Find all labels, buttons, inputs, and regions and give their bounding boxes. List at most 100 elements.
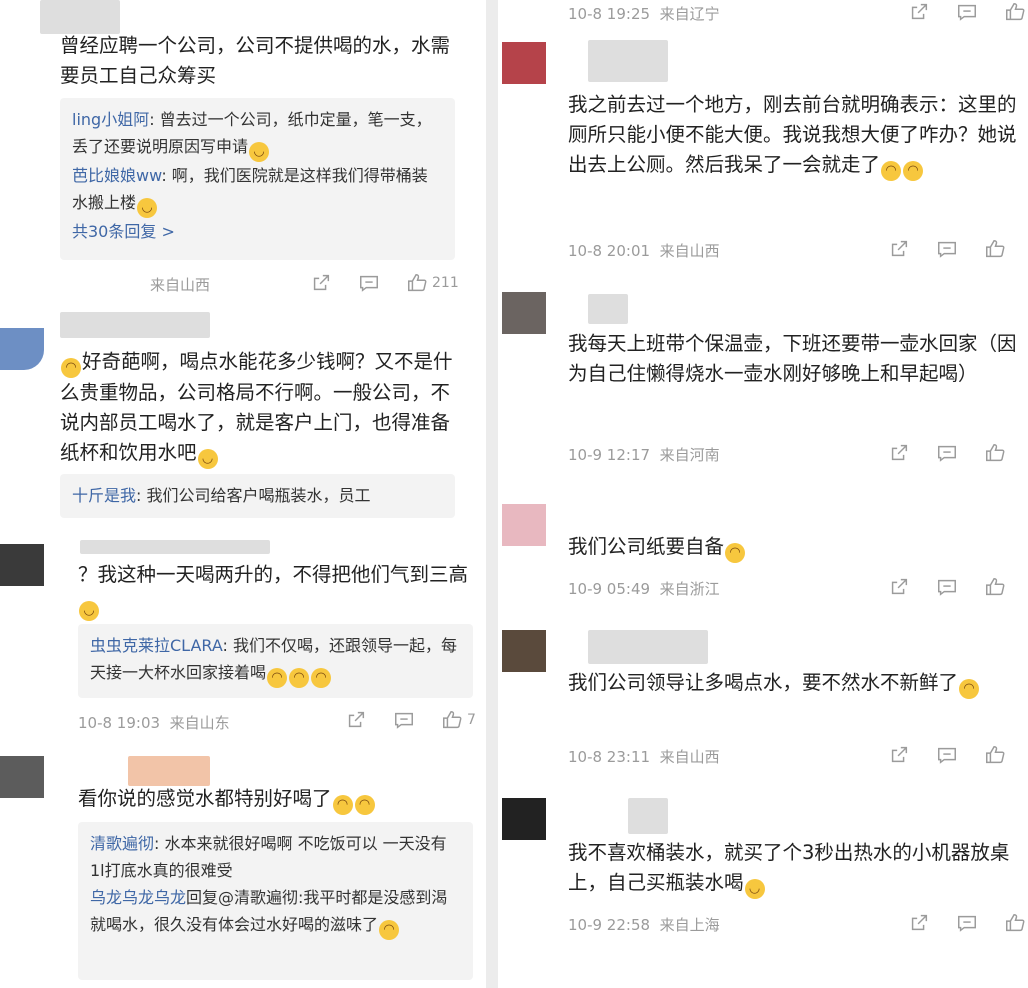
like-count: 7	[467, 712, 476, 728]
like-button[interactable]: 211	[406, 272, 459, 294]
reply-username[interactable]: 虫虫克莱拉CLARA	[90, 636, 223, 655]
action-bar: 7	[345, 709, 476, 731]
emoji-icon: ◠	[903, 161, 924, 181]
reply-box: 清歌遍彻: 水本来就很好喝啊 不吃饭可以 一天没有1l打底水真的很难受 乌龙乌龙…	[78, 822, 473, 980]
emoji-icon: ◡	[197, 449, 218, 469]
action-bar: 211	[310, 272, 459, 294]
avatar[interactable]	[0, 756, 44, 798]
comment-text: 曾经应聘一个公司，公司不提供喝的水，水需要员工自己众筹买	[60, 34, 451, 87]
comment-icon[interactable]	[358, 272, 380, 294]
avatar[interactable]	[0, 544, 44, 586]
comment-meta: 10-8 20:01 来自山西	[568, 240, 720, 261]
emoji-icon: ◠	[332, 795, 353, 815]
reply-item: 芭比娘娘ww: 啊，我们医院就是这样我们得带桶装水搬上楼 ◡	[72, 162, 443, 218]
emoji-icon: ◡	[744, 879, 765, 899]
emoji-icon: ◠	[881, 161, 902, 181]
share-icon[interactable]	[345, 709, 367, 731]
reply-username[interactable]: 芭比娘娘ww	[72, 166, 161, 185]
blurred-username	[628, 798, 668, 834]
comment-meta: 10-8 19:25 来自辽宁	[568, 3, 720, 24]
like-icon[interactable]	[984, 442, 1006, 464]
like-icon[interactable]	[984, 576, 1006, 598]
like-icon	[441, 709, 463, 731]
blurred-username	[40, 0, 120, 34]
avatar[interactable]	[502, 504, 546, 546]
left-screenshot-panel: 曾经应聘一个公司，公司不提供喝的水，水需要员工自己众筹买 ling小姐阿: 曾去…	[0, 0, 486, 988]
comment-text: 我们公司领导让多喝点水，要不然水不新鲜了 ◠	[568, 668, 1028, 699]
share-icon[interactable]	[888, 442, 910, 464]
comment-icon[interactable]	[956, 1, 978, 23]
like-icon[interactable]	[1004, 1, 1026, 23]
comment-time: 10-9 05:49	[568, 580, 651, 598]
like-icon[interactable]	[1004, 912, 1026, 934]
like-count: 211	[432, 275, 459, 291]
reply-item: 乌龙乌龙乌龙回复@清歌遍彻:我平时都是没感到渴就喝水，很久没有体会过水好喝的滋味…	[90, 884, 461, 940]
blurred-username	[60, 312, 210, 338]
comment-location: 来自辽宁	[659, 5, 720, 23]
share-icon[interactable]	[888, 576, 910, 598]
reply-box: ling小姐阿: 曾去过一个公司，纸巾定量，笔一支，丢了还要说明原因写申请 ◡ 芭…	[60, 98, 455, 260]
reply-item: 清歌遍彻: 水本来就很好喝啊 不吃饭可以 一天没有1l打底水真的很难受	[90, 830, 461, 884]
comment-text: 我之前去过一个地方，刚去前台就明确表示：这里的厕所只能小便不能大便。我说我想大便…	[568, 90, 1028, 181]
comment-time: 10-8 19:25	[568, 5, 651, 23]
blurred-username	[128, 756, 210, 786]
reply-username[interactable]: 乌龙乌龙乌龙	[90, 888, 186, 907]
comment-location: 来自上海	[659, 916, 720, 934]
comment-text: 我们公司纸要自备 ◠	[568, 532, 1028, 563]
share-icon[interactable]	[908, 1, 930, 23]
emoji-icon: ◠	[311, 668, 332, 688]
comment-location: 来自山西	[659, 242, 720, 260]
blurred-username	[80, 540, 270, 554]
action-bar	[888, 576, 1006, 598]
like-icon[interactable]	[984, 238, 1006, 260]
comment-location: 来自浙江	[659, 580, 720, 598]
reply-text: : 我们公司给客户喝瓶装水，员工	[136, 486, 371, 505]
action-bar	[888, 442, 1006, 464]
comment-icon[interactable]	[956, 912, 978, 934]
emoji-icon: ◠	[959, 679, 980, 699]
blurred-username	[588, 630, 708, 664]
blurred-username	[588, 40, 668, 82]
view-all-replies-link[interactable]: 共30条回复 >	[72, 218, 443, 245]
reply-box: 虫虫克莱拉CLARA: 我们不仅喝，还跟领导一起，每天接一大杯水回家接着喝 ◠ ◠ ◠	[78, 624, 473, 698]
comment-location: 来自山西	[659, 748, 720, 766]
emoji-icon: ◡	[249, 142, 270, 162]
action-bar	[888, 744, 1006, 766]
action-bar	[888, 238, 1006, 260]
avatar[interactable]	[502, 630, 546, 672]
emoji-icon: ◡	[137, 198, 158, 218]
share-icon[interactable]	[310, 272, 332, 294]
comment-location: 来自河南	[659, 446, 720, 464]
share-icon[interactable]	[888, 238, 910, 260]
emoji-icon: ◠	[289, 668, 310, 688]
comment-icon[interactable]	[393, 709, 415, 731]
reply-username[interactable]: ling小姐阿	[72, 110, 149, 129]
avatar[interactable]	[502, 292, 546, 334]
avatar[interactable]	[502, 42, 546, 84]
emoji-icon: ◠	[725, 543, 746, 563]
share-icon[interactable]	[888, 744, 910, 766]
comment-meta: 10-9 12:17 来自河南	[568, 444, 720, 465]
like-icon[interactable]	[984, 744, 1006, 766]
comment-text: 看你说的感觉水都特别好喝了 ◠ ◠	[78, 784, 473, 815]
comment-location: 来自山西	[150, 276, 211, 294]
comment-icon[interactable]	[936, 238, 958, 260]
avatar[interactable]	[0, 328, 44, 370]
emoji-icon: ◠	[354, 795, 375, 815]
comment-icon[interactable]	[936, 576, 958, 598]
comment-icon[interactable]	[936, 442, 958, 464]
comment-icon[interactable]	[936, 744, 958, 766]
blurred-username	[588, 294, 628, 324]
emoji-icon: ◠	[61, 358, 81, 378]
comment-text: ？我这种一天喝两升的，不得把他们气到三高◡	[78, 560, 473, 621]
avatar[interactable]	[502, 798, 546, 840]
comment-time: 10-8 19:03	[78, 714, 161, 732]
emoji-icon: ◠	[267, 668, 288, 688]
like-button[interactable]: 7	[441, 709, 476, 731]
reply-username[interactable]: 十斤是我	[72, 486, 136, 505]
reply-username[interactable]: 清歌遍彻	[90, 834, 154, 853]
share-icon[interactable]	[908, 912, 930, 934]
comment-meta: 10-8 23:11 来自山西	[568, 746, 720, 767]
reply-box: 十斤是我: 我们公司给客户喝瓶装水，员工	[60, 474, 455, 518]
comment-time: 10-9 22:58	[568, 916, 651, 934]
